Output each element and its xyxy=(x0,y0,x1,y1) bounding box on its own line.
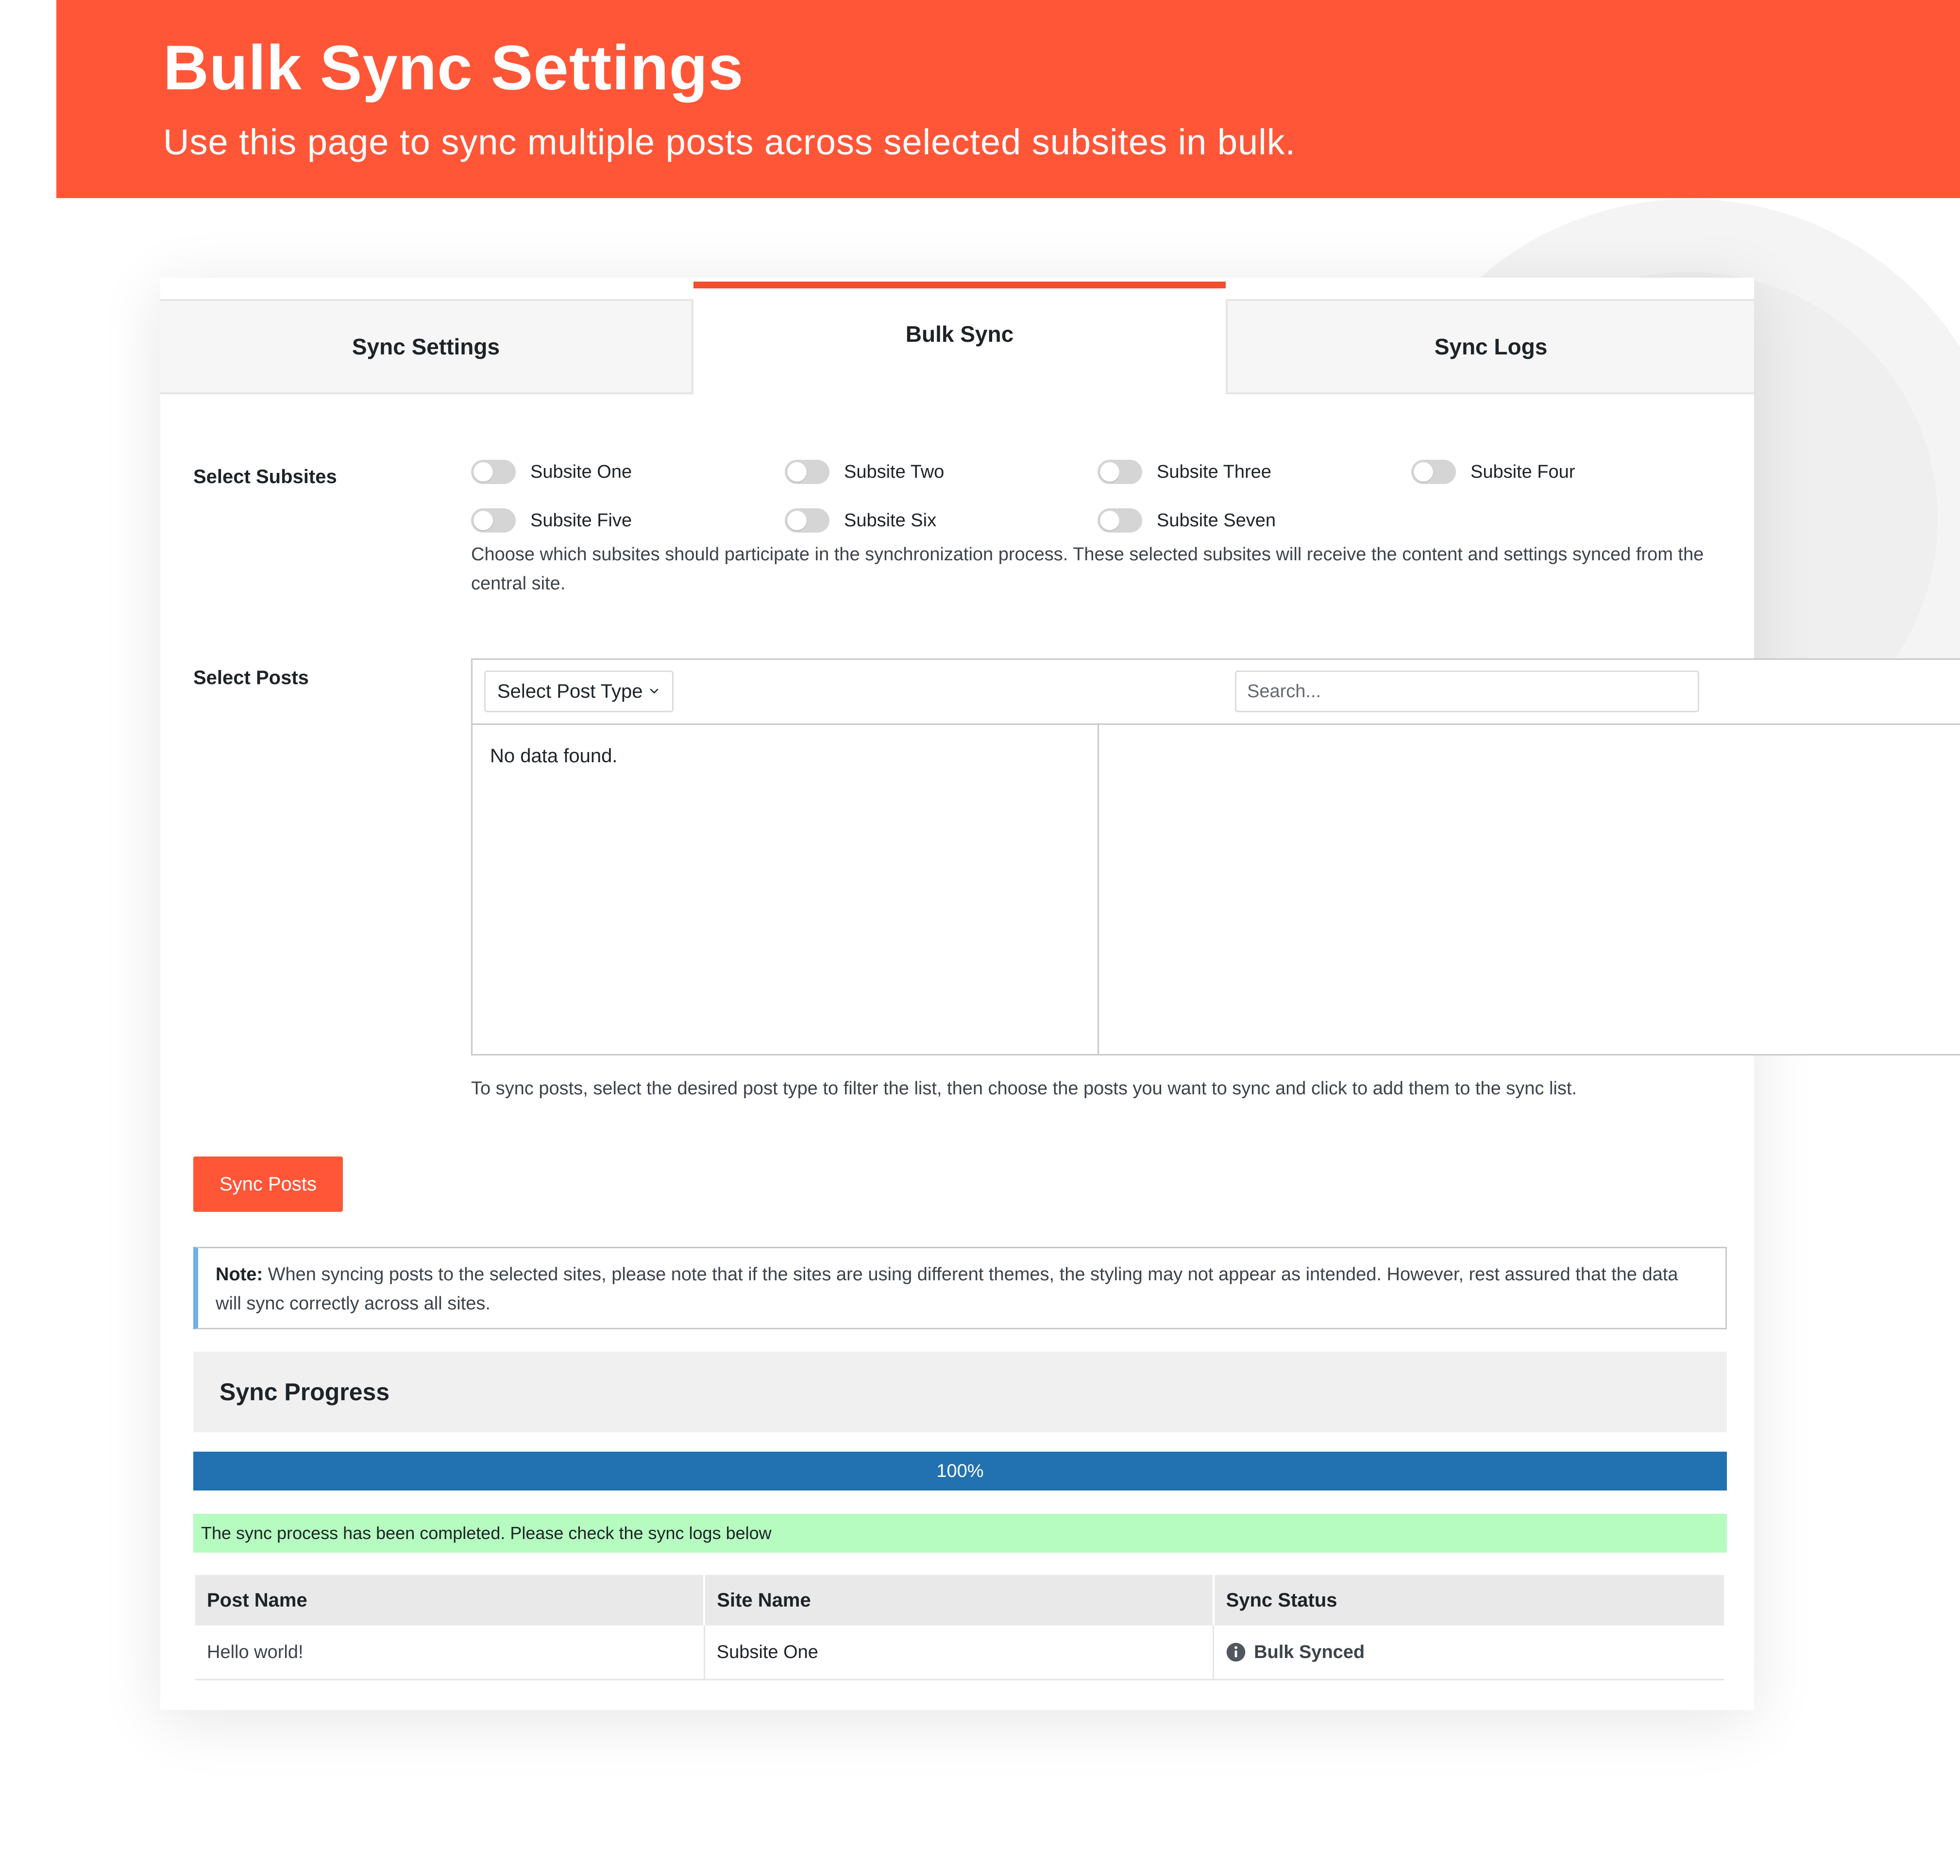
column-header-sync-status: Sync Status xyxy=(1213,1575,1724,1625)
selected-posts-list[interactable] xyxy=(1099,725,1960,1054)
select-posts-label: Select Posts xyxy=(193,667,309,688)
post-type-select-label: Select Post Type xyxy=(497,680,643,702)
subsite-toggle-list: Subsite One Subsite Two Subsite Three Su… xyxy=(471,457,1734,533)
subsite-option[interactable]: Subsite Six xyxy=(785,506,936,535)
subsite-toggle[interactable] xyxy=(785,460,829,484)
note-prefix: Note: xyxy=(216,1264,263,1285)
subsite-toggle[interactable] xyxy=(471,460,516,484)
subsite-label: Subsite Two xyxy=(844,461,945,482)
subsite-toggle[interactable] xyxy=(1098,508,1142,533)
column-header-post-name: Post Name xyxy=(195,1575,706,1625)
posts-help-text: To sync posts, select the desired post t… xyxy=(471,1078,1577,1099)
page-subtitle: Use this page to sync multiple posts acr… xyxy=(163,122,1296,162)
info-icon xyxy=(1226,1642,1246,1662)
note-text: When syncing posts to the selected sites… xyxy=(216,1264,1678,1314)
chevron-down-icon xyxy=(650,688,659,694)
post-picker-toolbar: Select Post Type xyxy=(473,660,1960,725)
page-banner: Bulk Sync Settings Use this page to sync… xyxy=(56,0,1960,198)
subsite-label: Subsite Six xyxy=(844,510,937,531)
select-subsites-label: Select Subsites xyxy=(193,466,337,487)
subsite-option[interactable]: Subsite Five xyxy=(471,506,632,535)
subsite-toggle[interactable] xyxy=(471,508,516,533)
subsite-label: Subsite One xyxy=(530,461,632,482)
sync-progress-heading: Sync Progress xyxy=(193,1352,1727,1432)
note-notice: Note: When syncing posts to the selected… xyxy=(193,1247,1727,1329)
sync-complete-message: The sync process has been completed. Ple… xyxy=(193,1514,1727,1553)
post-name-cell: Hello world! xyxy=(195,1625,705,1680)
post-type-select[interactable]: Select Post Type xyxy=(484,670,674,712)
subsite-option[interactable]: Subsite Seven xyxy=(1098,506,1276,535)
page-title: Bulk Sync Settings xyxy=(163,32,744,103)
subsite-label: Subsite Seven xyxy=(1157,510,1276,531)
tab-sync-settings[interactable]: Sync Settings xyxy=(160,299,693,394)
subsites-help-text: Choose which subsites should participate… xyxy=(471,544,1704,594)
subsite-label: Subsite Three xyxy=(1157,461,1271,482)
subsite-toggle[interactable] xyxy=(1411,460,1456,484)
progress-bar: 100% xyxy=(193,1452,1727,1491)
site-name-cell: Subsite One xyxy=(704,1625,1215,1680)
table-row: Hello world! Subsite One Bulk Synced xyxy=(195,1625,1724,1680)
sync-posts-button[interactable]: Sync Posts xyxy=(193,1156,343,1212)
sync-status-text: Bulk Synced xyxy=(1254,1642,1365,1662)
progress-percent: 100% xyxy=(936,1460,984,1481)
sync-log-table: Post Name Site Name Sync Status Hello wo… xyxy=(195,1575,1724,1680)
tab-bulk-sync[interactable]: Bulk Sync xyxy=(693,282,1226,395)
subsite-option[interactable]: Subsite One xyxy=(471,457,632,486)
subsite-option[interactable]: Subsite Two xyxy=(785,457,944,486)
table-header-row: Post Name Site Name Sync Status xyxy=(195,1575,1724,1625)
empty-state-text: No data found. xyxy=(490,745,618,767)
subsite-toggle[interactable] xyxy=(785,508,829,533)
subsite-label: Subsite Five xyxy=(530,510,632,531)
subsite-label: Subsite Four xyxy=(1470,461,1575,482)
subsite-toggle[interactable] xyxy=(1098,460,1142,484)
search-input[interactable] xyxy=(1235,670,1699,712)
subsite-option[interactable]: Subsite Three xyxy=(1098,457,1271,486)
tab-bar: Sync Settings Bulk Sync Sync Logs xyxy=(160,278,1754,395)
subsite-option[interactable]: Subsite Four xyxy=(1411,457,1575,486)
tab-sync-logs[interactable]: Sync Logs xyxy=(1226,299,1754,394)
sync-status-cell: Bulk Synced xyxy=(1213,1625,1724,1680)
available-posts-list[interactable]: No data found. xyxy=(473,725,1099,1054)
settings-card: Sync Settings Bulk Sync Sync Logs Select… xyxy=(160,278,1960,1710)
column-header-site-name: Site Name xyxy=(704,1575,1215,1625)
post-picker: Select Post Type No data found. xyxy=(471,658,1960,1055)
